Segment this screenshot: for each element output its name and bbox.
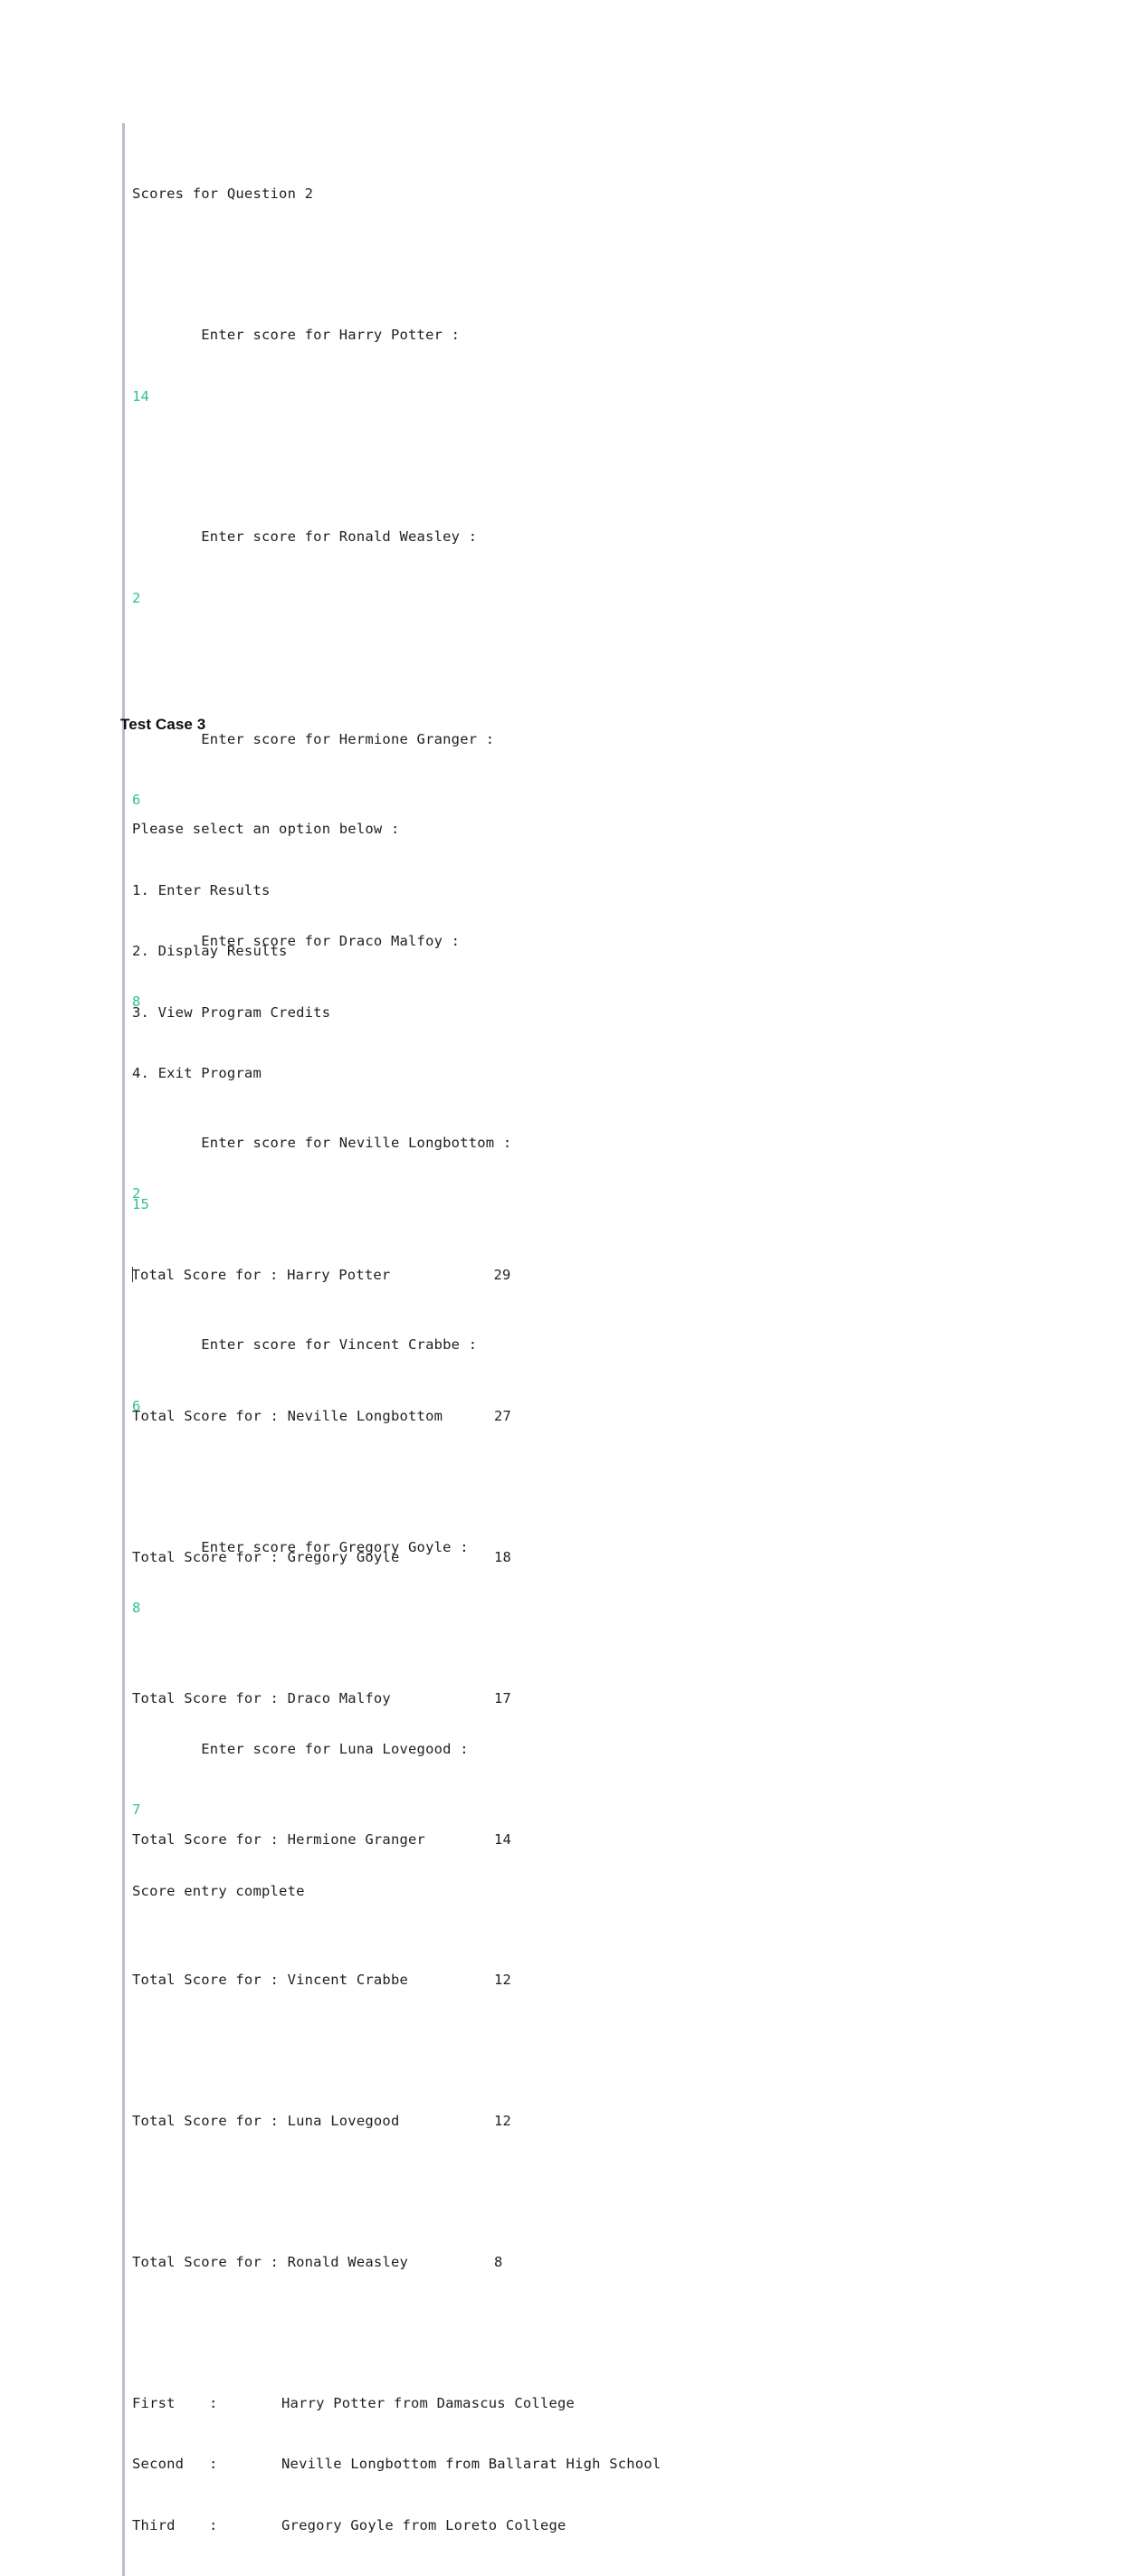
student-score: 18: [494, 1548, 512, 1565]
ranking-detail: Neville Longbottom from Ballarat High Sc…: [281, 2456, 661, 2473]
student-score: 12: [494, 1972, 512, 1989]
total-score-prefix: Total Score for :: [132, 1548, 288, 1565]
ranking-position: Third: [132, 2516, 176, 2533]
total-score-prefix: Total Score for :: [132, 2253, 288, 2270]
table-row: Total Score for : Hermione Granger 14: [132, 1830, 1001, 1849]
table-row: Total Score for : Draco Malfoy 17: [132, 1688, 1001, 1708]
ranking-detail: Gregory Goyle from Loreto College: [281, 2516, 566, 2533]
table-row: Total Score for : Gregory Goyle 18: [132, 1547, 1001, 1567]
table-row: Total Score for : Ronald Weasley 8: [132, 2252, 1001, 2272]
input-ronald-weasley[interactable]: 2: [132, 588, 947, 608]
student-score: 27: [494, 1408, 512, 1425]
student-score: 8: [494, 2253, 503, 2270]
total-score-prefix: Total Score for :: [132, 2113, 288, 2130]
student-name: Vincent Crabbe: [287, 1972, 409, 1989]
student-score: 17: [494, 1689, 512, 1706]
student-name: Harry Potter: [287, 1267, 391, 1284]
student-score: 14: [494, 1830, 512, 1848]
total-score-prefix: Total Score for :: [132, 1830, 288, 1848]
total-score-prefix: Total Score for :: [131, 1267, 288, 1284]
console-output-test-case-3: Please select an option below : 1. Enter…: [122, 758, 1001, 2576]
prompt-hermione-granger: Enter score for Hermione Granger :: [132, 730, 495, 747]
total-score-prefix: Total Score for :: [132, 1408, 288, 1425]
prompt-harry-potter: Enter score for Harry Potter :: [132, 327, 461, 344]
total-score-prefix: Total Score for :: [132, 1972, 288, 1989]
student-score: 29: [493, 1267, 511, 1284]
student-name: Neville Longbottom: [287, 1408, 443, 1425]
menu-selection-input[interactable]: 2: [132, 1183, 1001, 1203]
menu-option-view-program-credits[interactable]: 3. View Program Credits: [132, 1003, 1001, 1022]
table-row: Total Score for : Luna Lovegood 12: [132, 2111, 1001, 2131]
student-name: Ronald Weasley: [287, 2253, 409, 2270]
menu-option-display-results[interactable]: 2. Display Results: [132, 941, 1001, 961]
ranking-position: First: [132, 2394, 176, 2411]
student-name: Luna Lovegood: [287, 2113, 400, 2130]
student-name: Hermione Granger: [287, 1830, 426, 1848]
test-case-3-heading: Test Case 3: [120, 716, 206, 733]
ranking-position: Second: [132, 2456, 185, 2473]
total-score-prefix: Total Score for :: [132, 1689, 288, 1706]
table-row: Total Score for : Neville Longbottom 27: [132, 1406, 1001, 1426]
ranking-colon: :: [209, 2394, 218, 2411]
prompt-ronald-weasley: Enter score for Ronald Weasley :: [132, 528, 478, 546]
table-row: Total Score for : Vincent Crabbe 12: [132, 1970, 1001, 1990]
student-name: Gregory Goyle: [287, 1548, 400, 1565]
document-page: Scores for Question 2 Enter score for Ha…: [0, 0, 1123, 2576]
ranking-row-second: Second: Neville Longbottom from Ballarat …: [132, 2454, 1001, 2474]
ranking-colon: :: [209, 2456, 218, 2473]
ranking-colon: :: [209, 2516, 218, 2533]
table-row: Total Score for : Harry Potter 29: [132, 1265, 1001, 1285]
ranking-row-third: Third: Gregory Goyle from Loreto College: [132, 2515, 1001, 2535]
console-title-line: Scores for Question 2: [132, 185, 314, 203]
menu-prompt-line: Please select an option below :: [132, 821, 400, 838]
menu-option-exit-program[interactable]: 4. Exit Program: [132, 1063, 1001, 1083]
ranking-row-first: First: Harry Potter from Damascus College: [132, 2393, 1001, 2413]
student-name: Draco Malfoy: [287, 1689, 391, 1706]
menu-option-enter-results[interactable]: 1. Enter Results: [132, 880, 1001, 900]
ranking-detail: Harry Potter from Damascus College: [281, 2394, 576, 2411]
input-harry-potter[interactable]: 14: [132, 386, 947, 406]
student-score: 12: [494, 2113, 512, 2130]
